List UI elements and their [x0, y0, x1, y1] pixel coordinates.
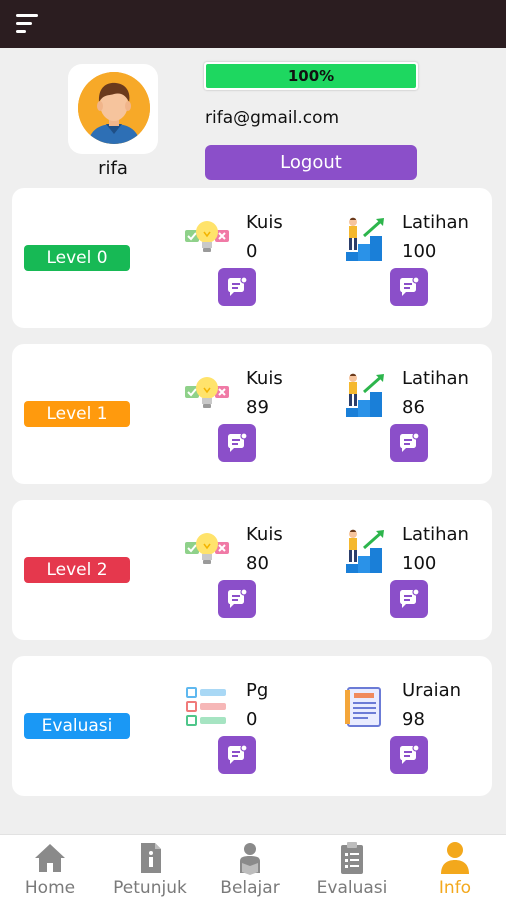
bottom-navigation: Home Petunjuk Belajar Evaluasi Info: [0, 834, 506, 900]
nav-item-home[interactable]: Home: [0, 835, 100, 900]
chat-icon: [400, 744, 420, 764]
progress-bar: 100%: [204, 62, 418, 90]
profile-section: rifa 100% rifa@gmail.com Logout: [0, 48, 506, 186]
level-badge: Level 2: [24, 557, 130, 583]
nav-item-petunjuk[interactable]: Petunjuk: [100, 835, 200, 900]
detail-button[interactable]: [390, 268, 428, 306]
chat-icon: [228, 744, 248, 764]
quiz-icon: [184, 216, 230, 262]
detail-button[interactable]: [218, 268, 256, 306]
exercise-icon: [342, 216, 388, 262]
user-avatar-icon: [78, 72, 150, 144]
chat-icon: [228, 588, 248, 608]
username: rifa: [98, 158, 128, 179]
level-card-evaluasi: Evaluasi Pg 0 Uraian 98: [12, 656, 492, 796]
stat-value: 98: [402, 709, 425, 730]
logout-button[interactable]: Logout: [205, 145, 417, 180]
exercise-icon: [342, 528, 388, 574]
stat-title: Latihan: [402, 212, 469, 233]
level-card-level-1: Level 1 Kuis 89 Latihan 86: [12, 344, 492, 484]
multiple-choice-icon: [184, 684, 230, 730]
quiz-icon: [184, 528, 230, 574]
level-card-level-2: Level 2 Kuis 80 Latihan 100: [12, 500, 492, 640]
detail-button[interactable]: [218, 424, 256, 462]
home-icon: [35, 844, 65, 872]
info-document-icon: [141, 843, 161, 873]
chat-icon: [400, 432, 420, 452]
nav-label-belajar: Belajar: [220, 878, 280, 898]
detail-button[interactable]: [390, 424, 428, 462]
nav-label-info: Info: [438, 878, 472, 898]
stat-value: 86: [402, 397, 425, 418]
essay-icon: [342, 684, 388, 730]
nav-item-belajar[interactable]: Belajar: [200, 835, 300, 900]
chat-icon: [228, 276, 248, 296]
avatar-card: [68, 64, 158, 154]
exercise-icon: [342, 372, 388, 418]
progress-label: 100%: [287, 67, 335, 85]
stat-title: Latihan: [402, 524, 469, 545]
detail-button[interactable]: [390, 736, 428, 774]
stat-value: 100: [402, 241, 437, 262]
stat-title: Kuis: [246, 368, 283, 389]
detail-button[interactable]: [390, 580, 428, 618]
clipboard-icon: [341, 842, 363, 874]
chat-icon: [400, 588, 420, 608]
reading-icon: [240, 843, 260, 875]
stat-title: Kuis: [246, 212, 283, 233]
avatar: [78, 72, 150, 144]
nav-item-info[interactable]: Info: [405, 835, 505, 900]
nav-label-petunjuk: Petunjuk: [113, 878, 187, 898]
user-email: rifa@gmail.com: [205, 108, 340, 128]
stat-value: 0: [246, 709, 258, 730]
stat-value: 0: [246, 241, 258, 262]
chat-icon: [400, 276, 420, 296]
stat-title: Pg: [246, 680, 269, 701]
level-badge: Level 0: [24, 245, 130, 271]
level-card-level-0: Level 0 Kuis 0 Latihan 100: [12, 188, 492, 328]
stat-title: Latihan: [402, 368, 469, 389]
detail-button[interactable]: [218, 580, 256, 618]
menu-icon[interactable]: [16, 14, 40, 34]
nav-item-evaluasi[interactable]: Evaluasi: [302, 835, 402, 900]
quiz-icon: [184, 372, 230, 418]
level-badge: Level 1: [24, 401, 130, 427]
stat-value: 89: [246, 397, 269, 418]
level-badge: Evaluasi: [24, 713, 130, 739]
user-icon: [441, 842, 469, 874]
stat-title: Kuis: [246, 524, 283, 545]
nav-label-home: Home: [24, 878, 76, 898]
top-app-bar: [0, 0, 506, 48]
detail-button[interactable]: [218, 736, 256, 774]
stat-title: Uraian: [402, 680, 462, 701]
chat-icon: [228, 432, 248, 452]
stat-value: 80: [246, 553, 269, 574]
nav-label-evaluasi: Evaluasi: [316, 878, 388, 898]
stat-value: 100: [402, 553, 437, 574]
